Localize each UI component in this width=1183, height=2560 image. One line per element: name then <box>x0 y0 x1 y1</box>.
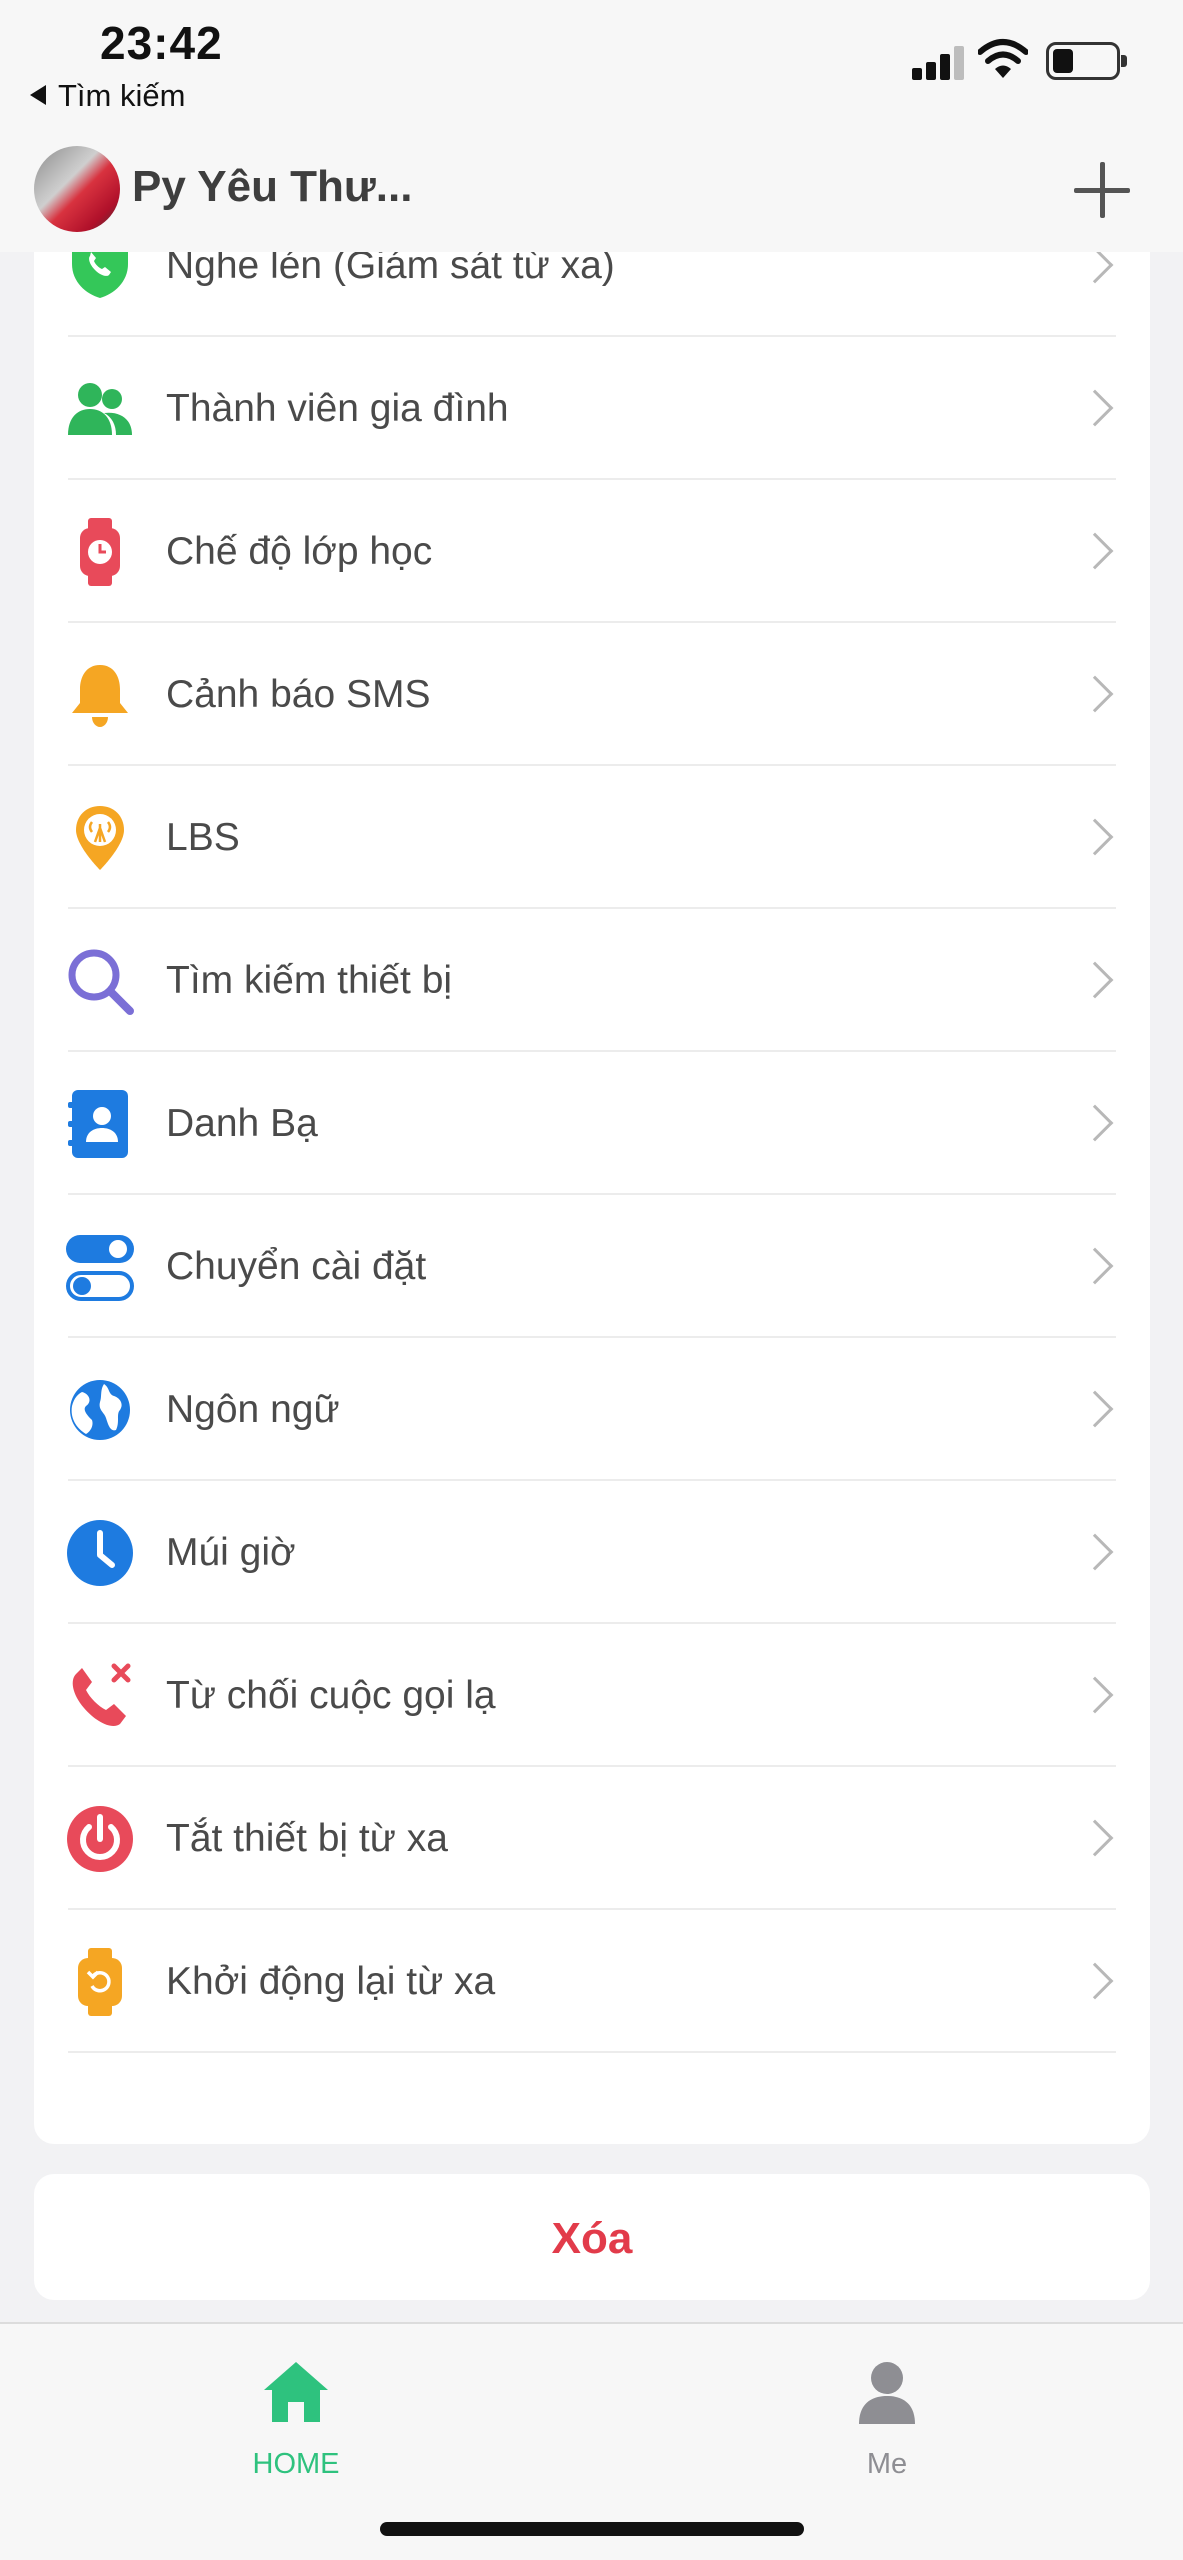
settings-item-monitor[interactable]: Nghe lén (Giám sát từ xa) <box>34 252 1150 337</box>
home-indicator <box>380 2522 804 2536</box>
status-time: 23:42 <box>100 17 223 69</box>
settings-item-class-mode[interactable]: Chế độ lớp học <box>34 480 1150 623</box>
settings-item-remote-shutdown[interactable]: Tắt thiết bị từ xa <box>34 1767 1150 1910</box>
location-tower-icon <box>76 806 124 870</box>
chevron-right-icon <box>1076 1390 1114 1428</box>
device-name-title[interactable]: Py Yêu Thư... <box>132 162 412 212</box>
shield-phone-icon <box>72 252 128 298</box>
settings-item-label: Chuyển cài đặt <box>166 1245 427 1288</box>
tab-home-label: HOME <box>252 2448 340 2480</box>
chevron-right-icon <box>1076 818 1114 856</box>
chevron-right-icon <box>1076 252 1114 284</box>
delete-button[interactable]: Xóa <box>34 2174 1150 2300</box>
watch-restart-icon <box>78 1948 122 2016</box>
chevron-right-icon <box>1076 1247 1114 1285</box>
toggle-switches-icon <box>66 1235 134 1301</box>
family-members-icon <box>68 383 132 435</box>
device-avatar[interactable] <box>34 146 120 232</box>
clock-icon <box>67 1520 133 1586</box>
search-icon <box>68 949 134 1015</box>
tab-me-label: Me <box>866 2448 908 2480</box>
back-label: Tìm kiếm <box>58 78 186 113</box>
settings-item-family[interactable]: Thành viên gia đình <box>34 337 1150 480</box>
globe-icon <box>70 1380 130 1440</box>
settings-item-label: Tìm kiếm thiết bị <box>166 959 453 1002</box>
settings-item-timezone[interactable]: Múi giờ <box>34 1481 1150 1624</box>
delete-label: Xóa <box>551 2214 633 2263</box>
chevron-right-icon <box>1076 389 1114 427</box>
chevron-right-icon <box>1076 675 1114 713</box>
chevron-right-icon <box>1076 1104 1114 1142</box>
settings-item-label: Múi giờ <box>166 1531 296 1574</box>
settings-item-language[interactable]: Ngôn ngữ <box>34 1338 1150 1481</box>
settings-list: Nghe lén (Giám sát từ xa) Thành viên gia… <box>34 252 1150 2144</box>
divider <box>68 2051 1116 2053</box>
settings-item-label: Nghe lén (Giám sát từ xa) <box>166 252 615 287</box>
settings-item-remote-restart[interactable]: Khởi động lại từ xa <box>34 1910 1150 2053</box>
settings-item-label: Thành viên gia đình <box>166 387 509 430</box>
settings-item-label: Ngôn ngữ <box>166 1388 340 1431</box>
back-arrow-icon <box>30 84 46 105</box>
settings-item-label: Cảnh báo SMS <box>166 673 431 716</box>
settings-item-switch-settings[interactable]: Chuyển cài đặt <box>34 1195 1150 1338</box>
settings-item-label: Tắt thiết bị từ xa <box>166 1817 448 1860</box>
settings-item-contacts[interactable]: Danh Bạ <box>34 1052 1150 1195</box>
cellular-signal-icon <box>912 44 968 80</box>
app-header: Py Yêu Thư... <box>0 140 1183 252</box>
settings-item-label: Chế độ lớp học <box>166 530 433 573</box>
settings-item-label: LBS <box>166 816 240 859</box>
battery-icon <box>1046 42 1127 80</box>
wifi-icon <box>978 39 1028 78</box>
contacts-book-icon <box>68 1090 128 1158</box>
watch-icon <box>80 518 120 586</box>
tab-home[interactable]: HOME <box>196 2348 396 2488</box>
back-to-search-link[interactable]: Tìm kiếm <box>30 78 185 114</box>
settings-item-sms-alert[interactable]: Cảnh báo SMS <box>34 623 1150 766</box>
settings-item-find-device[interactable]: Tìm kiếm thiết bị <box>34 909 1150 1052</box>
chevron-right-icon <box>1076 1962 1114 2000</box>
chevron-right-icon <box>1076 961 1114 999</box>
settings-item-lbs[interactable]: LBS <box>34 766 1150 909</box>
chevron-right-icon <box>1076 532 1114 570</box>
status-bar: 23:42 Tìm kiếm <box>0 0 1183 140</box>
home-icon <box>264 2362 328 2422</box>
settings-item-reject-calls[interactable]: Từ chối cuộc gọi lạ <box>34 1624 1150 1767</box>
chevron-right-icon <box>1076 1819 1114 1857</box>
reject-call-icon <box>72 1663 131 1727</box>
bell-icon <box>72 665 128 727</box>
add-device-button[interactable] <box>1072 160 1132 220</box>
tab-me[interactable]: Me <box>787 2348 987 2488</box>
power-icon <box>67 1806 133 1872</box>
chevron-right-icon <box>1076 1676 1114 1714</box>
settings-item-label: Danh Bạ <box>166 1102 318 1145</box>
settings-item-label: Khởi động lại từ xa <box>166 1960 496 2003</box>
settings-item-label: Từ chối cuộc gọi lạ <box>166 1674 496 1717</box>
user-profile-icon <box>859 2362 915 2424</box>
chevron-right-icon <box>1076 1533 1114 1571</box>
